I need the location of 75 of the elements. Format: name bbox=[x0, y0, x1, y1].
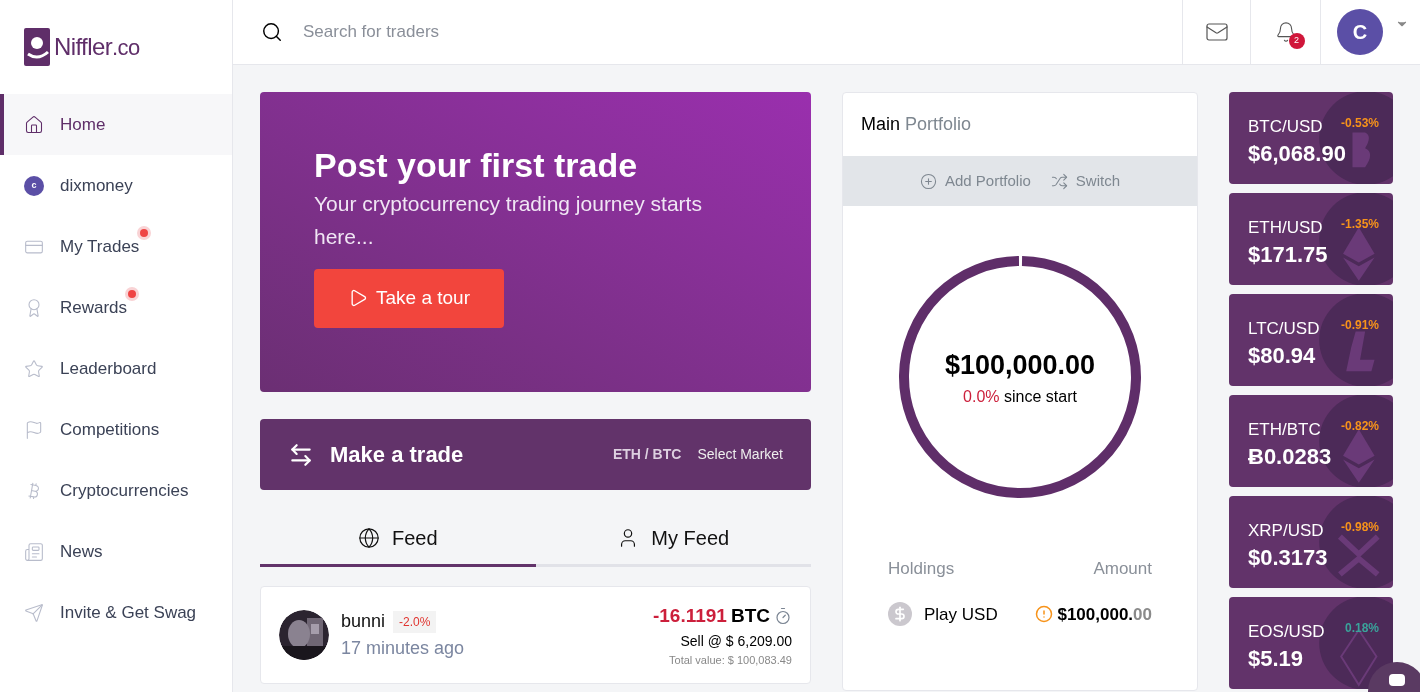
notification-count: 2 bbox=[1288, 33, 1305, 49]
ticker-pair: BTC/USD bbox=[1248, 116, 1323, 138]
search-field[interactable]: Search for traders bbox=[233, 0, 1182, 65]
portfolio-title: Main Portfolio bbox=[861, 113, 972, 136]
ticker-card[interactable]: XRP/USD -0.98% $0.3173 bbox=[1229, 496, 1393, 588]
sidebar-item[interactable]: News bbox=[0, 521, 232, 582]
ticker-card[interactable]: EOS/USD 0.18% $5.19 bbox=[1229, 597, 1393, 689]
ticker-price: $80.94 bbox=[1248, 341, 1317, 369]
flag-icon bbox=[24, 419, 44, 440]
ticker-price: $0.3173 bbox=[1248, 543, 1329, 571]
column-header: Amount bbox=[1093, 558, 1152, 580]
sidebar-item[interactable]: Leaderboard bbox=[0, 338, 232, 399]
ticker-change: -1.35% bbox=[1340, 216, 1379, 233]
portfolio-value: $100,000.00 bbox=[944, 348, 1096, 382]
take-tour-button[interactable]: Take a tour bbox=[314, 268, 504, 328]
market-pair: ETH / BTC bbox=[612, 445, 682, 464]
make-trade-bar[interactable]: Make a trade ETH / BTC Select Market bbox=[260, 419, 811, 490]
shuffle-icon bbox=[1050, 172, 1068, 190]
hero-subtitle: Your cryptocurrency trading journey starts here... bbox=[314, 190, 703, 250]
sidebar-item[interactable]: Invite & Get Swag bbox=[0, 582, 232, 643]
mail-icon bbox=[1204, 20, 1229, 44]
home-icon bbox=[24, 114, 44, 135]
dollar-coin-icon bbox=[888, 602, 912, 627]
search-icon bbox=[261, 21, 283, 43]
ticker-pair: XRP/USD bbox=[1248, 520, 1324, 542]
holding-amount: $100,000.00 bbox=[1057, 603, 1152, 626]
ticker-price: $5.19 bbox=[1248, 644, 1305, 672]
ticker-change: -0.53% bbox=[1340, 115, 1379, 132]
post-time: 17 minutes ago bbox=[341, 637, 465, 660]
order-price: Sell @ $ 6,209.00 bbox=[680, 631, 792, 651]
make-trade-title: Make a trade bbox=[330, 441, 464, 469]
total-value: Total value: $ 100,083.49 bbox=[669, 652, 792, 668]
change-tag: -2.0% bbox=[393, 610, 437, 633]
ticker-change: -0.98% bbox=[1340, 519, 1379, 536]
ticker-price: Ƀ0.0283 bbox=[1248, 442, 1333, 470]
profile-avatar[interactable]: C bbox=[1337, 9, 1383, 55]
swap-icon bbox=[288, 441, 314, 468]
sidebar-item[interactable]: Competitions bbox=[0, 399, 232, 460]
sidebar-item[interactable]: Cryptocurrencies bbox=[0, 460, 232, 521]
ticker-pair: LTC/USD bbox=[1248, 318, 1320, 340]
globe-icon bbox=[357, 527, 380, 549]
feed-tab[interactable]: Feed bbox=[260, 512, 536, 567]
logo-icon bbox=[24, 28, 50, 66]
ticker-card[interactable]: LTC/USD -0.91% $80.94 bbox=[1229, 294, 1393, 386]
timer-icon bbox=[774, 607, 792, 626]
hero-title: Post your first trade bbox=[314, 145, 639, 186]
ticker-pair: ETH/BTC bbox=[1248, 419, 1321, 441]
sidebar-item[interactable]: Home bbox=[0, 94, 232, 155]
ticker-card[interactable]: BTC/USD -0.53% $6,068.90 bbox=[1229, 92, 1393, 184]
avatar-icon: c bbox=[24, 175, 44, 196]
newspaper-icon bbox=[24, 541, 44, 562]
trade-unit: BTC bbox=[730, 604, 770, 628]
brand-name: Niffler.co bbox=[54, 32, 140, 62]
ticker-price: $171.75 bbox=[1248, 240, 1329, 268]
ticker-card[interactable]: ETH/USD -1.35% $171.75 bbox=[1229, 193, 1393, 285]
trader-name[interactable]: bunni bbox=[341, 608, 386, 635]
ticker-price: $6,068.90 bbox=[1248, 139, 1347, 167]
ticker-pair: EOS/USD bbox=[1248, 621, 1325, 643]
star-icon bbox=[24, 358, 44, 379]
ticker-change: -0.91% bbox=[1340, 317, 1379, 334]
sidebar-item[interactable]: My Trades bbox=[0, 216, 232, 277]
sidebar-item[interactable]: Rewards bbox=[0, 277, 232, 338]
paper-plane-icon bbox=[24, 602, 44, 623]
select-market-link[interactable]: Select Market bbox=[697, 444, 783, 465]
ticker-change: 0.18% bbox=[1344, 620, 1379, 637]
plus-circle-icon bbox=[919, 172, 937, 190]
trade-amount: -16.1191 bbox=[652, 604, 727, 628]
ticker-pair: ETH/USD bbox=[1248, 217, 1323, 239]
sidebar-item[interactable]: c dixmoney bbox=[0, 155, 232, 216]
portfolio-change: 0.0% since start bbox=[963, 387, 1077, 408]
column-header: Holdings bbox=[888, 558, 955, 580]
ticker-change: -0.82% bbox=[1340, 418, 1379, 435]
holding-name: Play USD bbox=[924, 603, 998, 626]
ticker-card[interactable]: ETH/BTC -0.82% Ƀ0.0283 bbox=[1229, 395, 1393, 487]
feed-tab[interactable]: My Feed bbox=[535, 512, 811, 567]
